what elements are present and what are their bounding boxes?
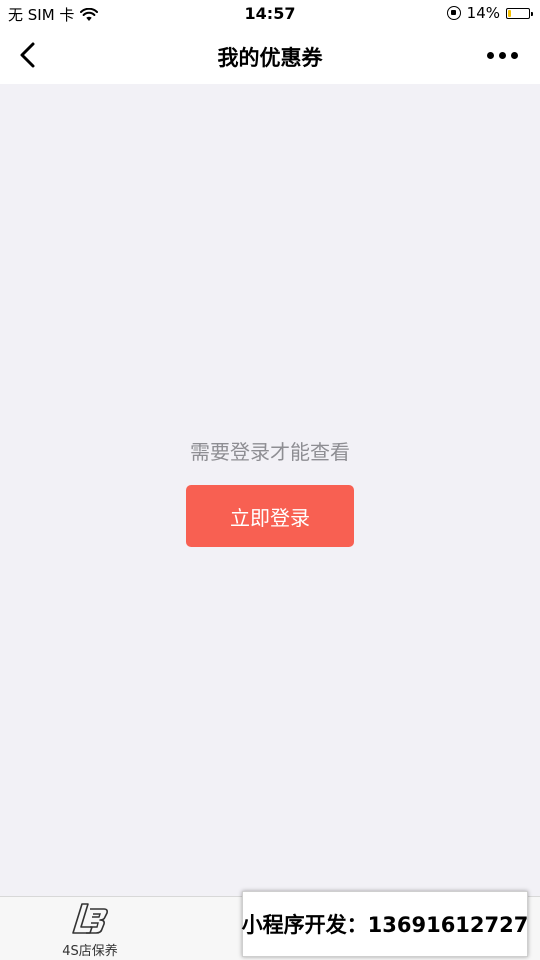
battery-tip <box>531 11 533 16</box>
login-button[interactable]: 立即登录 <box>186 485 354 547</box>
battery-level-fill <box>508 9 511 17</box>
status-right: 14% <box>446 4 533 22</box>
battery-percent: 14% <box>466 4 500 22</box>
login-required-message: 需要登录才能查看 <box>190 440 350 464</box>
screen: 无 SIM 卡 14:57 14% 我的优惠券 需要登录才能查看 立即登录 4S… <box>0 0 540 960</box>
tab-label: 4S店保养 <box>62 944 118 959</box>
page-title: 我的优惠券 <box>217 46 323 70</box>
brand-logo-icon <box>72 903 108 934</box>
status-bar: 无 SIM 卡 14:57 14% <box>0 0 540 28</box>
dot <box>499 52 506 59</box>
dot <box>511 52 518 59</box>
more-dots-icon[interactable] <box>487 52 518 59</box>
tab-4s-maintenance[interactable]: 4S店保养 <box>40 901 140 959</box>
nav-bar: 我的优惠券 <box>0 28 540 84</box>
dot <box>487 52 494 59</box>
battery-icon <box>506 7 533 19</box>
promo-banner: 小程序开发：13691612727 <box>242 891 528 957</box>
orientation-lock-icon <box>446 6 461 20</box>
